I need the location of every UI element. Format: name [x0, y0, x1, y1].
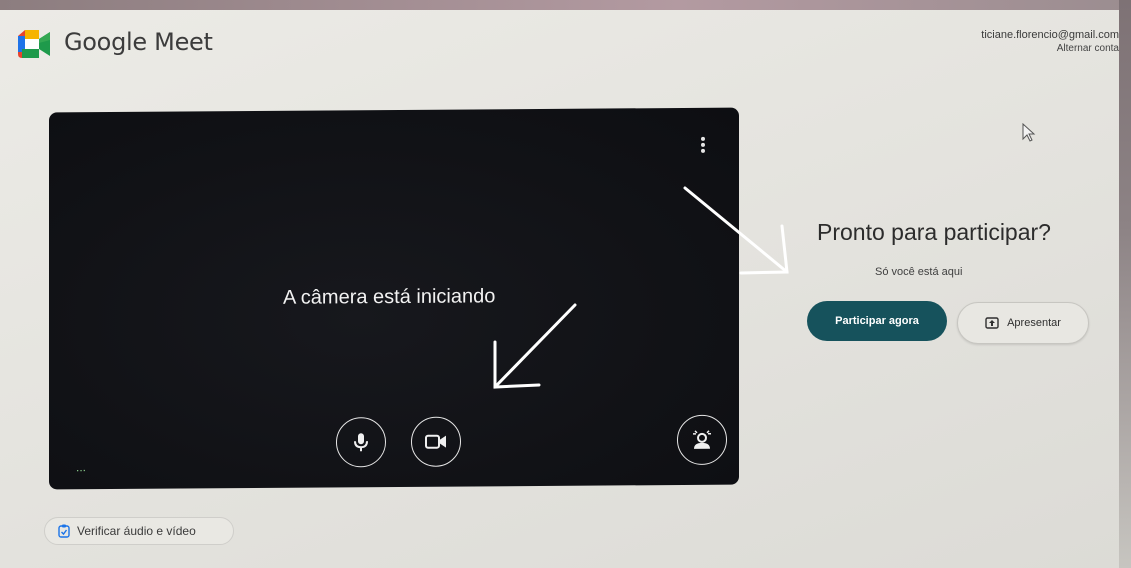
camera-icon	[425, 434, 446, 449]
check-audio-video-label: Verificar áudio e vídeo	[77, 524, 196, 538]
camera-status-text: A câmera está iniciando	[283, 285, 496, 309]
more-vert-icon[interactable]	[695, 134, 711, 156]
cursor-icon	[1022, 123, 1036, 142]
join-now-button[interactable]: Participar agora	[807, 301, 947, 341]
header: Google Meet ticiane.florencio@gmail.com …	[0, 12, 1119, 72]
mic-icon	[354, 433, 368, 452]
monitor-edge-top	[0, 0, 1131, 10]
visual-effects-button[interactable]	[677, 414, 727, 466]
camera-preview: A câmera está iniciando ...	[49, 107, 739, 490]
account-info[interactable]: ticiane.florencio@gmail.com Alternar con…	[981, 28, 1119, 56]
monitor-edge-right	[1119, 0, 1131, 568]
check-audio-icon	[58, 524, 70, 538]
present-button[interactable]: Apresentar	[957, 302, 1089, 344]
app-title: Google Meet	[64, 28, 213, 56]
microphone-button[interactable]	[336, 417, 386, 468]
ready-to-join-heading: Pronto para participar?	[817, 219, 1051, 245]
account-email: ticiane.florencio@gmail.com	[981, 29, 1119, 41]
visual-effects-icon	[693, 430, 711, 449]
present-icon	[985, 317, 999, 329]
present-label: Apresentar	[1007, 317, 1061, 329]
camera-button[interactable]	[411, 416, 461, 467]
audio-level-indicator: ...	[76, 460, 87, 475]
google-meet-logo[interactable]	[16, 30, 54, 58]
check-audio-video-button[interactable]: Verificar áudio e vídeo	[44, 517, 234, 545]
participants-status: Só você está aqui	[875, 266, 963, 278]
switch-account-link[interactable]: Alternar conta	[981, 42, 1119, 56]
